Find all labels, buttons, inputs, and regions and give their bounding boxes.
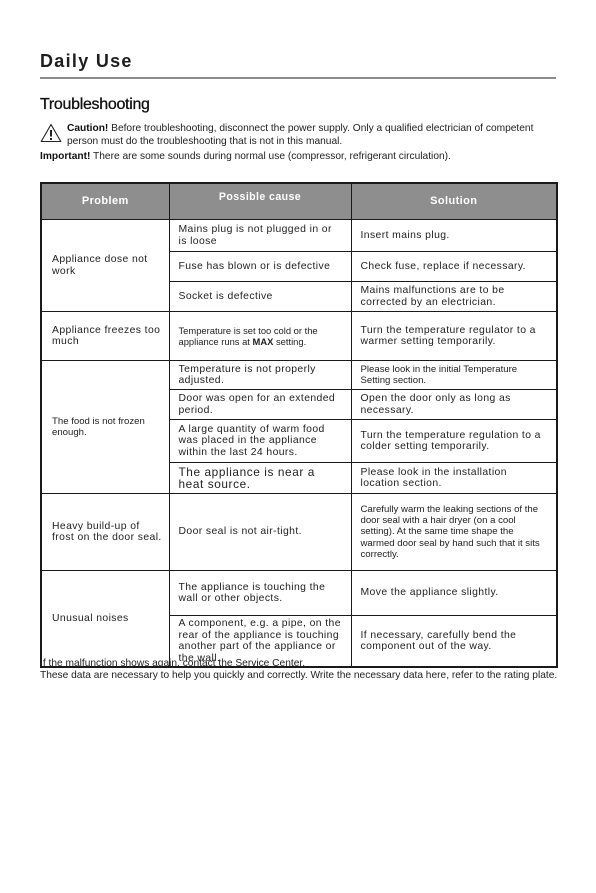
service-center-note: If the malfunction shows again, contact …: [40, 658, 306, 669]
table-header-row: Problem Possible cause Solution: [40, 182, 558, 220]
problem-cell: Unusual noises: [40, 570, 170, 668]
cause-cell: A large quantity of warm food was placed…: [168, 419, 352, 463]
cause-cell: The appliance is near a heat source.: [168, 462, 352, 494]
cause-cell: Temperature is not properly adjusted.: [168, 360, 352, 390]
problem-cell: Heavy build-up of frost on the door seal…: [40, 493, 170, 571]
solution-cell: Move the appliance slightly.: [350, 570, 558, 616]
important-label: Important!: [40, 151, 91, 162]
caution-note: Caution! Before troubleshooting, disconn…: [40, 122, 560, 148]
table-row: Heavy build-up of frost on the door seal…: [40, 493, 558, 571]
cause-cell: Fuse has blown or is defective: [168, 251, 352, 282]
solution-cell: Carefully warm the leaking sections of t…: [350, 493, 558, 571]
cause-text: setting.: [273, 336, 307, 347]
troubleshooting-table: Problem Possible cause Solution Applianc…: [40, 182, 558, 668]
cause-cell: Door was open for an extended period.: [168, 389, 352, 420]
important-note: Important! There are some sounds during …: [40, 150, 560, 163]
solution-cell: Insert mains plug.: [350, 219, 558, 252]
chapter-title: Daily Use: [40, 51, 133, 71]
solution-cell: Please look in the initial Temperature S…: [350, 360, 558, 390]
header-problem: Problem: [40, 182, 170, 220]
solution-cell: Turn the temperature regulation to a col…: [350, 419, 558, 463]
problem-cell: Appliance dose not work: [40, 219, 170, 312]
cause-cell: Mains plug is not plugged in or is loose: [168, 219, 352, 252]
table-row: Appliance dose not work Mains plug is no…: [40, 219, 558, 312]
footer-notes: If the malfunction shows again, contact …: [40, 658, 560, 682]
solution-cell: Please look in the installation location…: [350, 462, 558, 494]
table-row: Appliance freezes too much Temperature i…: [40, 311, 558, 361]
table-row: The food is not frozen enough. Temperatu…: [40, 360, 558, 494]
caution-text: Before troubleshooting, disconnect the p…: [67, 123, 534, 147]
rating-plate-note: These data are necessary to help you qui…: [40, 670, 558, 681]
header-possible-cause: Possible cause: [168, 182, 352, 220]
solution-cell: Mains malfunctions are to be corrected b…: [350, 281, 558, 312]
cause-cell: Door seal is not air-tight.: [168, 493, 352, 571]
solution-cell: Open the door only as long as necessary.: [350, 389, 558, 420]
solution-cell: Check fuse, replace if necessary.: [350, 251, 558, 282]
header-solution: Solution: [350, 182, 558, 220]
cause-cell: Temperature is set too cold or the appli…: [168, 311, 352, 361]
table-row: Unusual noises The appliance is touching…: [40, 570, 558, 668]
problem-cell: Appliance freezes too much: [40, 311, 170, 361]
cause-cell: The appliance is touching the wall or ot…: [168, 570, 352, 616]
max-setting-label: MAX: [252, 336, 274, 347]
important-text: There are some sounds during normal use …: [90, 151, 451, 162]
warning-triangle-icon: [40, 123, 62, 143]
section-title: Troubleshooting: [40, 96, 150, 113]
problem-cell: The food is not frozen enough.: [40, 360, 170, 494]
cause-cell: Socket is defective: [168, 281, 352, 312]
caution-label: Caution!: [67, 123, 109, 134]
solution-cell: Turn the temperature regulator to a warm…: [350, 311, 558, 361]
chapter-divider: [40, 77, 556, 79]
